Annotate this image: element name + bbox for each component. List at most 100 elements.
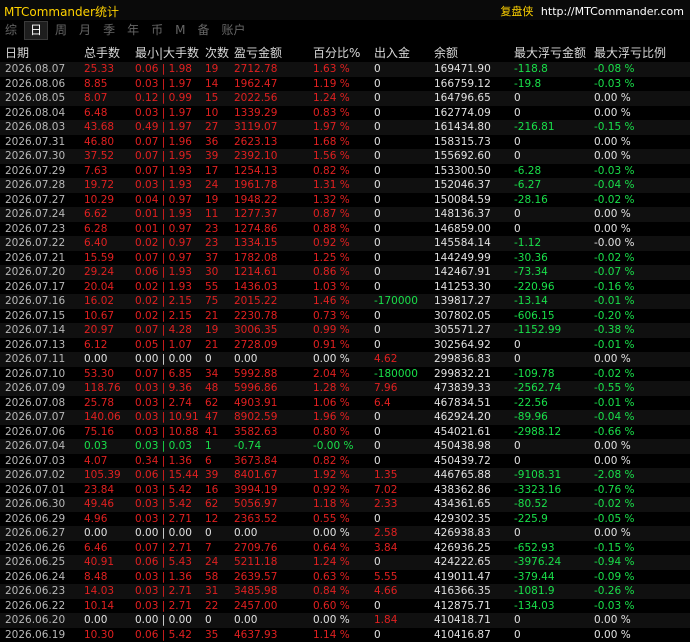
- tab-2[interactable]: 周: [50, 21, 72, 40]
- table-row[interactable]: 2026.06.200.000.00 | 0.0000.000.00 %1.84…: [0, 613, 690, 628]
- tab-7[interactable]: M: [170, 21, 190, 40]
- table-row[interactable]: 2026.06.294.960.03 | 2.71122363.520.55 %…: [0, 512, 690, 527]
- cell-5: 1.28 %: [308, 381, 369, 396]
- cell-2: 0.02 | 2.15: [130, 309, 200, 324]
- tab-3[interactable]: 月: [74, 21, 96, 40]
- cell-3: 75: [200, 294, 229, 309]
- column-header-7[interactable]: 余额: [429, 42, 509, 62]
- column-header-5[interactable]: 百分比%: [308, 42, 369, 62]
- table-row[interactable]: 2026.08.0343.680.49 | 1.97273119.071.97 …: [0, 120, 690, 135]
- cell-6: 6.4: [369, 396, 429, 411]
- table-row[interactable]: 2026.06.266.460.07 | 2.7172709.760.64 %3…: [0, 541, 690, 556]
- cell-8: 0: [509, 338, 589, 353]
- cell-7: 161434.80: [429, 120, 509, 135]
- column-header-9[interactable]: 最大浮亏比例: [589, 42, 690, 62]
- cell-7: 152046.37: [429, 178, 509, 193]
- table-row[interactable]: 2026.06.2540.910.06 | 5.43245211.181.24 …: [0, 555, 690, 570]
- table-row[interactable]: 2026.07.136.120.05 | 1.07212728.090.91 %…: [0, 338, 690, 353]
- cell-9: -0.01 %: [589, 294, 690, 309]
- tab-5[interactable]: 年: [122, 21, 144, 40]
- table-row[interactable]: 2026.06.3049.460.03 | 5.42625056.971.18 …: [0, 497, 690, 512]
- tab-4[interactable]: 季: [98, 21, 120, 40]
- table-row[interactable]: 2026.07.297.630.07 | 1.93171254.130.82 %…: [0, 164, 690, 179]
- table-row[interactable]: 2026.07.246.620.01 | 1.93111277.370.87 %…: [0, 207, 690, 222]
- table-row[interactable]: 2026.08.0725.330.06 | 1.98192712.781.63 …: [0, 62, 690, 77]
- table-row[interactable]: 2026.07.2819.720.03 | 1.93241961.781.31 …: [0, 178, 690, 193]
- column-header-4[interactable]: 盈亏金额: [229, 42, 308, 62]
- table-row[interactable]: 2026.07.034.070.34 | 1.3663673.840.82 %0…: [0, 454, 690, 469]
- table-row[interactable]: 2026.07.236.280.01 | 0.97231274.860.88 %…: [0, 222, 690, 237]
- table-row[interactable]: 2026.07.2029.240.06 | 1.93301214.610.86 …: [0, 265, 690, 280]
- table-row[interactable]: 2026.06.248.480.03 | 1.36582639.570.63 %…: [0, 570, 690, 585]
- cell-0: 2026.06.26: [0, 541, 79, 556]
- tab-8[interactable]: 备: [192, 21, 214, 40]
- tab-9[interactable]: 账户: [216, 21, 250, 40]
- cell-9: -0.20 %: [589, 309, 690, 324]
- cell-0: 2026.07.01: [0, 483, 79, 498]
- column-header-2[interactable]: 最小|大手数: [130, 42, 200, 62]
- cell-2: 0.05 | 1.07: [130, 338, 200, 353]
- table-row[interactable]: 2026.07.0825.780.03 | 2.74624903.911.06 …: [0, 396, 690, 411]
- cell-7: 155692.60: [429, 149, 509, 164]
- cell-3: 10: [200, 106, 229, 121]
- cell-3: 31: [200, 584, 229, 599]
- cell-2: 0.07 | 4.28: [130, 323, 200, 338]
- column-header-8[interactable]: 最大浮亏金额: [509, 42, 589, 62]
- cell-5: 1.63 %: [308, 62, 369, 77]
- cell-4: 2728.09: [229, 338, 308, 353]
- table-row[interactable]: 2026.08.058.070.12 | 0.99152022.561.24 %…: [0, 91, 690, 106]
- cell-8: -2562.74: [509, 381, 589, 396]
- cell-5: 1.18 %: [308, 497, 369, 512]
- table-row[interactable]: 2026.07.1420.970.07 | 4.28193006.350.99 …: [0, 323, 690, 338]
- table-row[interactable]: 2026.07.09118.760.03 | 9.36485996.861.28…: [0, 381, 690, 396]
- table-row[interactable]: 2026.06.2210.140.03 | 2.71222457.000.60 …: [0, 599, 690, 614]
- table-row[interactable]: 2026.07.1510.670.02 | 2.15212230.780.73 …: [0, 309, 690, 324]
- table-row[interactable]: 2026.07.226.400.02 | 0.97231334.150.92 %…: [0, 236, 690, 251]
- column-header-6[interactable]: 出入金: [369, 42, 429, 62]
- table-row[interactable]: 2026.07.0123.840.03 | 5.42163994.190.92 …: [0, 483, 690, 498]
- tab-0[interactable]: 综: [0, 21, 22, 40]
- cell-7: 146859.00: [429, 222, 509, 237]
- cell-6: 0: [369, 106, 429, 121]
- cell-4: 1782.08: [229, 251, 308, 266]
- cell-9: -0.16 %: [589, 280, 690, 295]
- cell-3: 22: [200, 599, 229, 614]
- table-row[interactable]: 2026.07.110.000.00 | 0.0000.000.00 %4.62…: [0, 352, 690, 367]
- table-row[interactable]: 2026.08.046.480.03 | 1.97101339.290.83 %…: [0, 106, 690, 121]
- brand-url-link[interactable]: http://MTCommander.com: [541, 5, 684, 18]
- tab-6[interactable]: 币: [146, 21, 168, 40]
- table-row[interactable]: 2026.07.1720.040.02 | 1.93551436.031.03 …: [0, 280, 690, 295]
- column-header-3[interactable]: 次数: [200, 42, 229, 62]
- cell-8: -30.36: [509, 251, 589, 266]
- cell-8: -9108.31: [509, 468, 589, 483]
- table-row[interactable]: 2026.07.02105.390.06 | 15.44398401.671.9…: [0, 468, 690, 483]
- column-header-1[interactable]: 总手数: [79, 42, 130, 62]
- cell-0: 2026.07.16: [0, 294, 79, 309]
- table-row[interactable]: 2026.06.1910.300.06 | 5.42354637.931.14 …: [0, 628, 690, 642]
- cell-7: 166759.12: [429, 77, 509, 92]
- table-row[interactable]: 2026.06.2314.030.03 | 2.71313485.980.84 …: [0, 584, 690, 599]
- table-row[interactable]: 2026.07.2710.290.04 | 0.97191948.221.32 …: [0, 193, 690, 208]
- table-row[interactable]: 2026.07.1053.300.07 | 6.85345992.882.04 …: [0, 367, 690, 382]
- table-row[interactable]: 2026.08.068.850.03 | 1.97141962.471.19 %…: [0, 77, 690, 92]
- cell-6: 1.84: [369, 613, 429, 628]
- cell-5: 0.82 %: [308, 454, 369, 469]
- stats-table: 日期总手数最小|大手数次数盈亏金额百分比%出入金余额最大浮亏金额最大浮亏比例 2…: [0, 42, 690, 642]
- table-row[interactable]: 2026.07.07140.060.03 | 10.91478902.591.9…: [0, 410, 690, 425]
- table-row[interactable]: 2026.07.2115.590.07 | 0.97371782.081.25 …: [0, 251, 690, 266]
- cell-2: 0.07 | 6.85: [130, 367, 200, 382]
- table-row[interactable]: 2026.07.0675.160.03 | 10.88413582.630.80…: [0, 425, 690, 440]
- cell-5: 1.24 %: [308, 555, 369, 570]
- table-row[interactable]: 2026.07.040.030.03 | 0.031-0.74-0.00 %04…: [0, 439, 690, 454]
- cell-3: 16: [200, 483, 229, 498]
- table-row[interactable]: 2026.07.1616.020.02 | 2.15752015.221.46 …: [0, 294, 690, 309]
- cell-0: 2026.06.20: [0, 613, 79, 628]
- table-row[interactable]: 2026.06.270.000.00 | 0.0000.000.00 %2.58…: [0, 526, 690, 541]
- tab-1[interactable]: 日: [24, 21, 48, 40]
- cell-3: 35: [200, 628, 229, 642]
- column-header-0[interactable]: 日期: [0, 42, 79, 62]
- cell-6: 0: [369, 309, 429, 324]
- table-row[interactable]: 2026.07.3037.520.07 | 1.95392392.101.56 …: [0, 149, 690, 164]
- table-row[interactable]: 2026.07.3146.800.07 | 1.96362623.131.68 …: [0, 135, 690, 150]
- cell-2: 0.06 | 15.44: [130, 468, 200, 483]
